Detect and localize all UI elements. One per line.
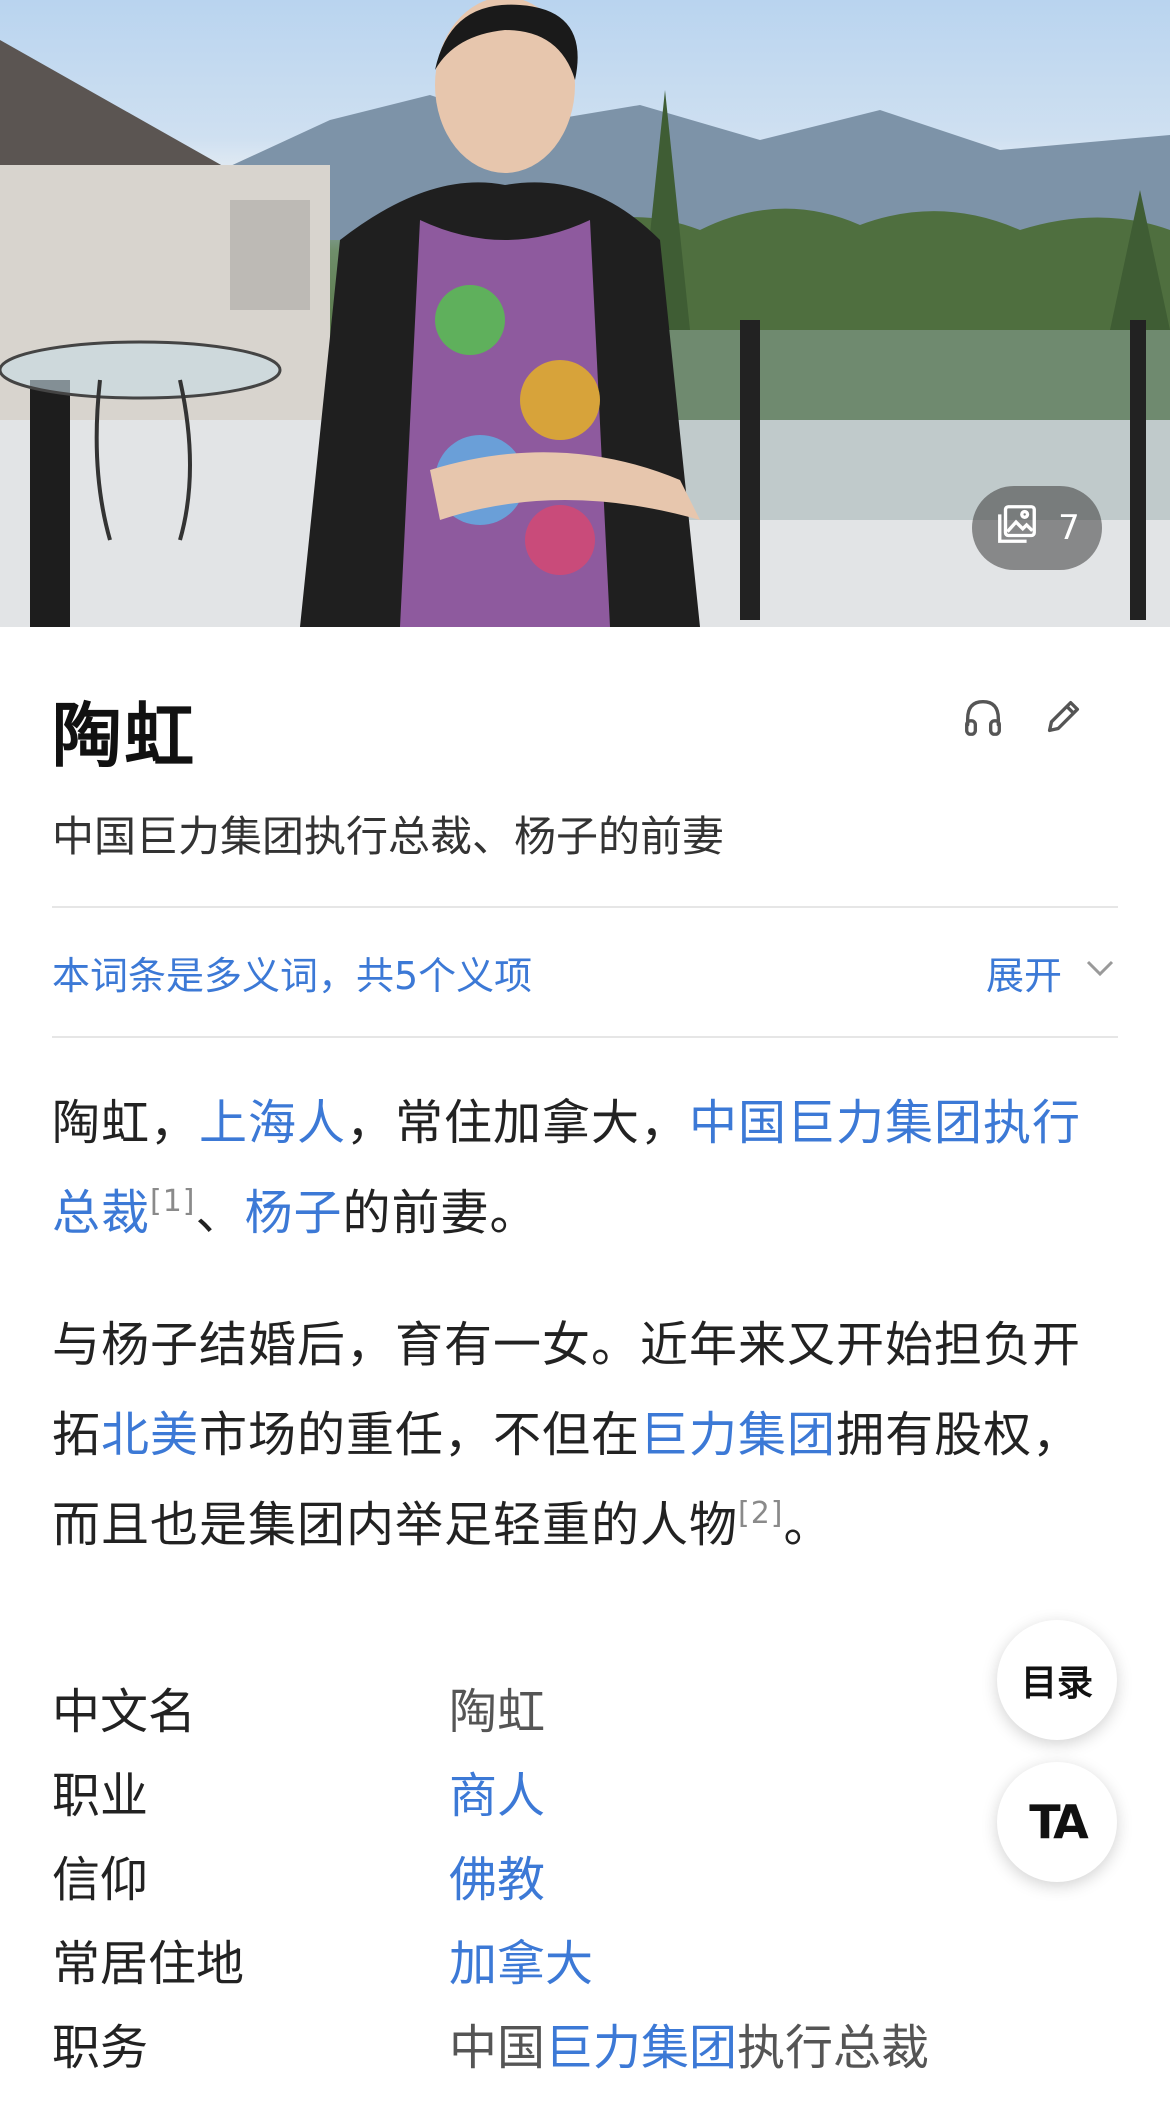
value-prefix: 中国 xyxy=(449,2020,546,2076)
ta-button[interactable]: TA xyxy=(997,1762,1117,1882)
infobox-key: 职业 xyxy=(52,1768,149,1824)
expand-button[interactable]: 展开 xyxy=(986,945,1118,1000)
polysemy-text[interactable]: 本词条是多义词，共5个义项 xyxy=(52,945,532,1000)
polysemy-bar[interactable]: 本词条是多义词，共5个义项 展开 xyxy=(52,907,1118,1037)
summary-paragraph-1: 陶虹，上海人，常住加拿大，中国巨力集团执行总裁[1]、杨子的前妻。 xyxy=(52,1078,1122,1258)
gallery-icon xyxy=(994,501,1040,556)
text-span: 的前妻。 xyxy=(342,1185,539,1241)
infobox-key: 常居住地 xyxy=(52,1936,245,1992)
pencil-icon[interactable] xyxy=(1040,694,1086,740)
page-title: 陶虹 xyxy=(52,695,196,777)
infobox-value: 陶虹 xyxy=(449,1684,546,1740)
text-span: 陶虹， xyxy=(52,1095,200,1151)
summary-paragraph-2: 与杨子结婚后，育有一女。近年来又开始担负开拓北美市场的重任，不但在巨力集团拥有股… xyxy=(52,1300,1122,1570)
text-span: 。 xyxy=(783,1497,833,1553)
infobox-value-link[interactable]: 巨力集团 xyxy=(545,2020,737,2076)
divider xyxy=(52,1036,1118,1038)
toc-button[interactable]: 目录 xyxy=(997,1620,1117,1740)
infobox-row: 职业 商人 xyxy=(52,1749,1118,1833)
infobox-row: 常居住地 加拿大 xyxy=(52,1917,1118,2001)
link-shanghai[interactable]: 上海人 xyxy=(199,1095,346,1151)
reference-1[interactable]: [1] xyxy=(150,1184,196,1219)
value-suffix: 执行总裁 xyxy=(737,2020,930,2076)
gallery-count: 7 xyxy=(1058,508,1080,548)
headphones-icon[interactable] xyxy=(960,694,1006,740)
page-subtitle: 中国巨力集团执行总裁、杨子的前妻 xyxy=(52,812,725,861)
infobox-row: 职务 中国巨力集团执行总裁 xyxy=(52,2001,1118,2085)
text-span: 市场的重任，不但在 xyxy=(199,1407,641,1463)
gallery-count-badge[interactable]: 7 xyxy=(972,486,1102,570)
infobox-value-link[interactable]: 加拿大 xyxy=(449,1924,593,1994)
expand-label: 展开 xyxy=(985,953,1062,998)
infobox-key: 职务 xyxy=(52,2020,149,2076)
infobox-row: 信仰 佛教 xyxy=(52,1833,1118,1917)
link-juli-group[interactable]: 巨力集团 xyxy=(640,1407,836,1463)
infobox-value: 中国巨力集团执行总裁 xyxy=(449,2008,929,2078)
infobox-key: 中文名 xyxy=(52,1684,197,1740)
infobox-value-link[interactable]: 佛教 xyxy=(449,1840,545,1910)
text-span: ，常住加拿大， xyxy=(346,1095,690,1151)
infobox: 中文名 陶虹 职业 商人 信仰 佛教 常居住地 加拿大 职务 中国巨力集团执行总… xyxy=(52,1665,1118,2085)
link-yangzi[interactable]: 杨子 xyxy=(245,1185,343,1241)
infobox-key: 信仰 xyxy=(52,1852,149,1908)
infobox-value-link[interactable]: 商人 xyxy=(449,1756,545,1826)
text-span: 、 xyxy=(195,1185,245,1241)
hero-photo[interactable]: 7 xyxy=(0,0,1170,627)
infobox-row: 中文名 陶虹 xyxy=(52,1665,1118,1749)
chevron-down-icon xyxy=(1082,950,1118,995)
reference-2[interactable]: [2] xyxy=(738,1496,784,1531)
link-north-america[interactable]: 北美 xyxy=(101,1407,199,1463)
